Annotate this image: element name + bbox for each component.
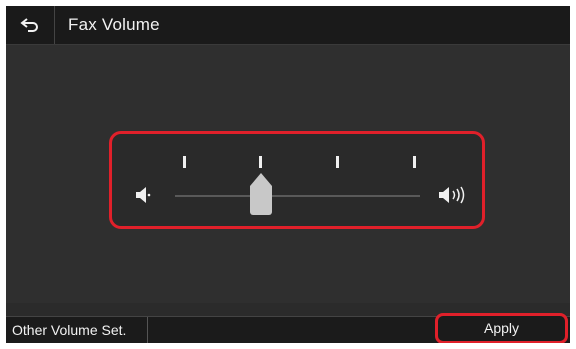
slider-tick (336, 156, 339, 168)
other-volume-settings-button[interactable]: Other Volume Set. (6, 317, 148, 343)
footer-bar: Other Volume Set. Apply (6, 313, 570, 343)
header-bar: Fax Volume (6, 6, 570, 45)
main-content (6, 45, 570, 303)
fax-volume-screen: Fax Volume Other Volume Set. Apply (6, 6, 570, 343)
speaker-low-icon (136, 187, 151, 203)
back-arrow-icon (20, 18, 38, 32)
slider-tick (413, 156, 416, 168)
volume-slider-panel (109, 131, 485, 229)
speaker-high-icon (439, 186, 465, 204)
volume-slider-track[interactable] (175, 195, 420, 197)
slider-tick (183, 156, 186, 168)
slider-tick (259, 156, 262, 168)
volume-slider-thumb[interactable] (249, 172, 273, 216)
back-button[interactable] (6, 6, 55, 44)
page-title: Fax Volume (68, 15, 160, 34)
apply-button[interactable]: Apply (435, 313, 568, 343)
